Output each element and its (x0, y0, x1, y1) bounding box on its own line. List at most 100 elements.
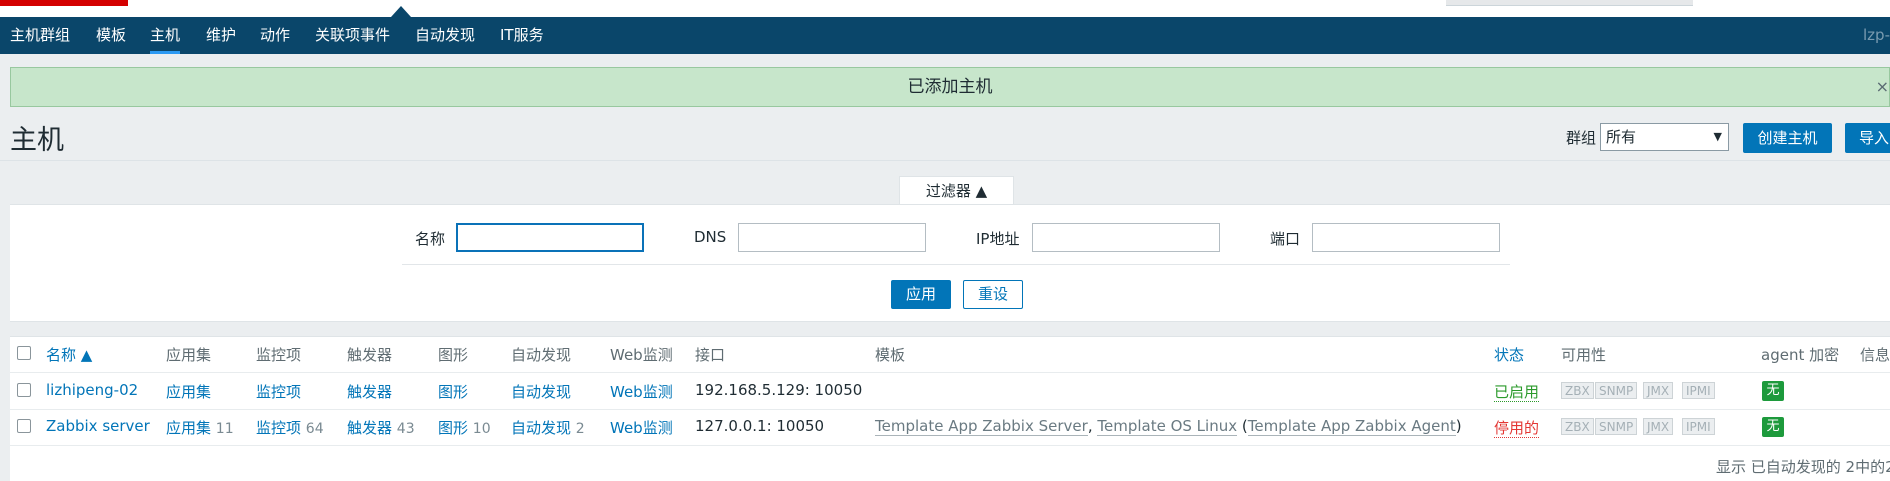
triggers-cell: 触发器 (347, 381, 392, 402)
column-header-items: 监控项 (256, 346, 302, 364)
nav-item-event-correlation[interactable]: 关联项事件 (315, 17, 390, 54)
header-divider (10, 372, 1890, 373)
availability-snmp: SNMP (1595, 418, 1638, 435)
triggers-count: 43 (396, 421, 415, 437)
row-divider (10, 409, 1890, 410)
items-link[interactable]: 监控项 (256, 419, 301, 437)
graphs-count: 10 (472, 421, 491, 437)
success-message: 已添加主机 × (10, 67, 1890, 107)
template-paren-close: ) (1455, 417, 1462, 435)
column-header-discovery: 自动发现 (511, 346, 572, 364)
sub-navigation: 主机群组 模板 主机 维护 动作 关联项事件 自动发现 IT服务 lzp- (0, 17, 1890, 54)
template-paren-open: ( (1241, 417, 1248, 435)
status-toggle-disabled[interactable]: 停用的 (1494, 419, 1540, 438)
filter-tab[interactable]: 过滤器 ▲ (899, 176, 1014, 205)
applications-cell: 应用集 (166, 381, 211, 402)
items-link[interactable]: 监控项 (256, 383, 301, 401)
zabbix-logo[interactable] (0, 0, 128, 6)
filter-ip-label: IP地址 (976, 230, 1020, 248)
table-footer-summary: 显示 已自动发现的 2中的2 (1716, 458, 1890, 476)
encryption-badge: 无 (1762, 381, 1784, 401)
applications-cell: 应用集 11 (166, 417, 234, 438)
group-select-value: 所有 (1606, 128, 1637, 146)
column-header-info: 信息 (1860, 346, 1890, 364)
applications-link[interactable]: 应用集 (166, 419, 211, 437)
triggers-link[interactable]: 触发器 (347, 419, 392, 437)
filter-apply-button[interactable]: 应用 (891, 280, 951, 309)
items-cell: 监控项 (256, 381, 301, 402)
triggers-cell: 触发器 43 (347, 417, 415, 438)
filter-dns-input[interactable] (738, 223, 926, 252)
availability-snmp: SNMP (1595, 382, 1638, 399)
discovery-link[interactable]: 自动发现 (511, 383, 571, 401)
group-label: 群组 (1566, 129, 1597, 147)
availability-zbx: ZBX (1561, 382, 1594, 399)
success-message-text: 已添加主机 (907, 77, 993, 97)
status-toggle-enabled[interactable]: 已启用 (1494, 383, 1540, 402)
close-icon[interactable]: × (1876, 68, 1889, 106)
row-checkbox[interactable] (17, 383, 31, 397)
column-header-graphs: 图形 (438, 346, 469, 364)
discovery-cell: 自动发现 2 (511, 417, 585, 438)
filter-port-input[interactable] (1312, 223, 1500, 252)
items-cell: 监控项 64 (256, 417, 324, 438)
column-header-name[interactable]: 名称 ▲ (46, 344, 92, 365)
applications-count: 11 (215, 421, 234, 437)
top-header (0, 0, 1890, 17)
column-header-apps: 应用集 (166, 346, 212, 364)
filter-ip-input[interactable] (1032, 223, 1220, 252)
graphs-link[interactable]: 图形 (438, 419, 468, 437)
encryption-badge: 无 (1762, 417, 1784, 437)
nav-item-actions[interactable]: 动作 (260, 17, 290, 54)
column-header-interface: 接口 (695, 346, 726, 364)
global-search-input[interactable] (1446, 0, 1693, 6)
active-menu-pointer (391, 6, 411, 17)
filter-divider (402, 264, 1510, 265)
web-monitoring-link[interactable]: Web监测 (610, 381, 673, 402)
column-header-triggers: 触发器 (347, 346, 393, 364)
status-cell: 已启用 (1494, 381, 1540, 402)
row-divider (10, 445, 1890, 446)
user-name-label[interactable]: lzp- (1863, 17, 1890, 54)
template-separator: , (1087, 417, 1093, 435)
create-host-button[interactable]: 创建主机 (1743, 123, 1832, 153)
nav-item-discovery[interactable]: 自动发现 (415, 17, 475, 54)
filter-name-label: 名称 (415, 230, 446, 248)
row-checkbox[interactable] (17, 419, 31, 433)
title-divider (0, 160, 1890, 161)
graphs-link[interactable]: 图形 (438, 383, 468, 401)
templates-cell: Template App Zabbix Server, Template OS … (875, 417, 1462, 436)
select-all-checkbox[interactable] (17, 346, 31, 360)
discovery-count: 2 (575, 421, 585, 437)
filter-name-input[interactable] (456, 223, 644, 252)
nav-item-hostgroups[interactable]: 主机群组 (10, 17, 70, 54)
filter-port-label: 端口 (1270, 230, 1301, 248)
filter-dns-label: DNS (694, 228, 727, 246)
host-name-link[interactable]: Zabbix server (46, 417, 150, 435)
availability-ipmi: IPMI (1682, 382, 1715, 399)
triggers-link[interactable]: 触发器 (347, 383, 392, 401)
template-link[interactable]: Template App Zabbix Agent (1247, 417, 1456, 436)
template-link[interactable]: Template OS Linux (1097, 417, 1238, 436)
nav-item-maintenance[interactable]: 维护 (206, 17, 236, 54)
template-link[interactable]: Template App Zabbix Server (875, 417, 1088, 436)
interface-value: 192.168.5.129: 10050 (695, 381, 863, 399)
interface-value: 127.0.0.1: 10050 (695, 417, 825, 435)
host-name-link[interactable]: lizhipeng-02 (46, 381, 138, 399)
applications-link[interactable]: 应用集 (166, 383, 211, 401)
column-header-status[interactable]: 状态 (1494, 344, 1524, 365)
column-header-web: Web监测 (610, 346, 673, 364)
nav-item-templates[interactable]: 模板 (96, 17, 126, 54)
web-monitoring-link[interactable]: Web监测 (610, 417, 673, 438)
nav-item-it-services[interactable]: IT服务 (500, 17, 544, 54)
filter-reset-button[interactable]: 重设 (963, 280, 1023, 309)
column-header-availability: 可用性 (1561, 346, 1607, 364)
import-button[interactable]: 导入 (1845, 123, 1890, 153)
group-select[interactable]: 所有 ▼ (1600, 123, 1729, 151)
graphs-cell: 图形 10 (438, 417, 491, 438)
availability-zbx: ZBX (1561, 418, 1594, 435)
availability-jmx: JMX (1643, 382, 1674, 399)
availability-ipmi: IPMI (1682, 418, 1715, 435)
nav-item-hosts[interactable]: 主机 (150, 17, 181, 54)
discovery-link[interactable]: 自动发现 (511, 419, 571, 437)
